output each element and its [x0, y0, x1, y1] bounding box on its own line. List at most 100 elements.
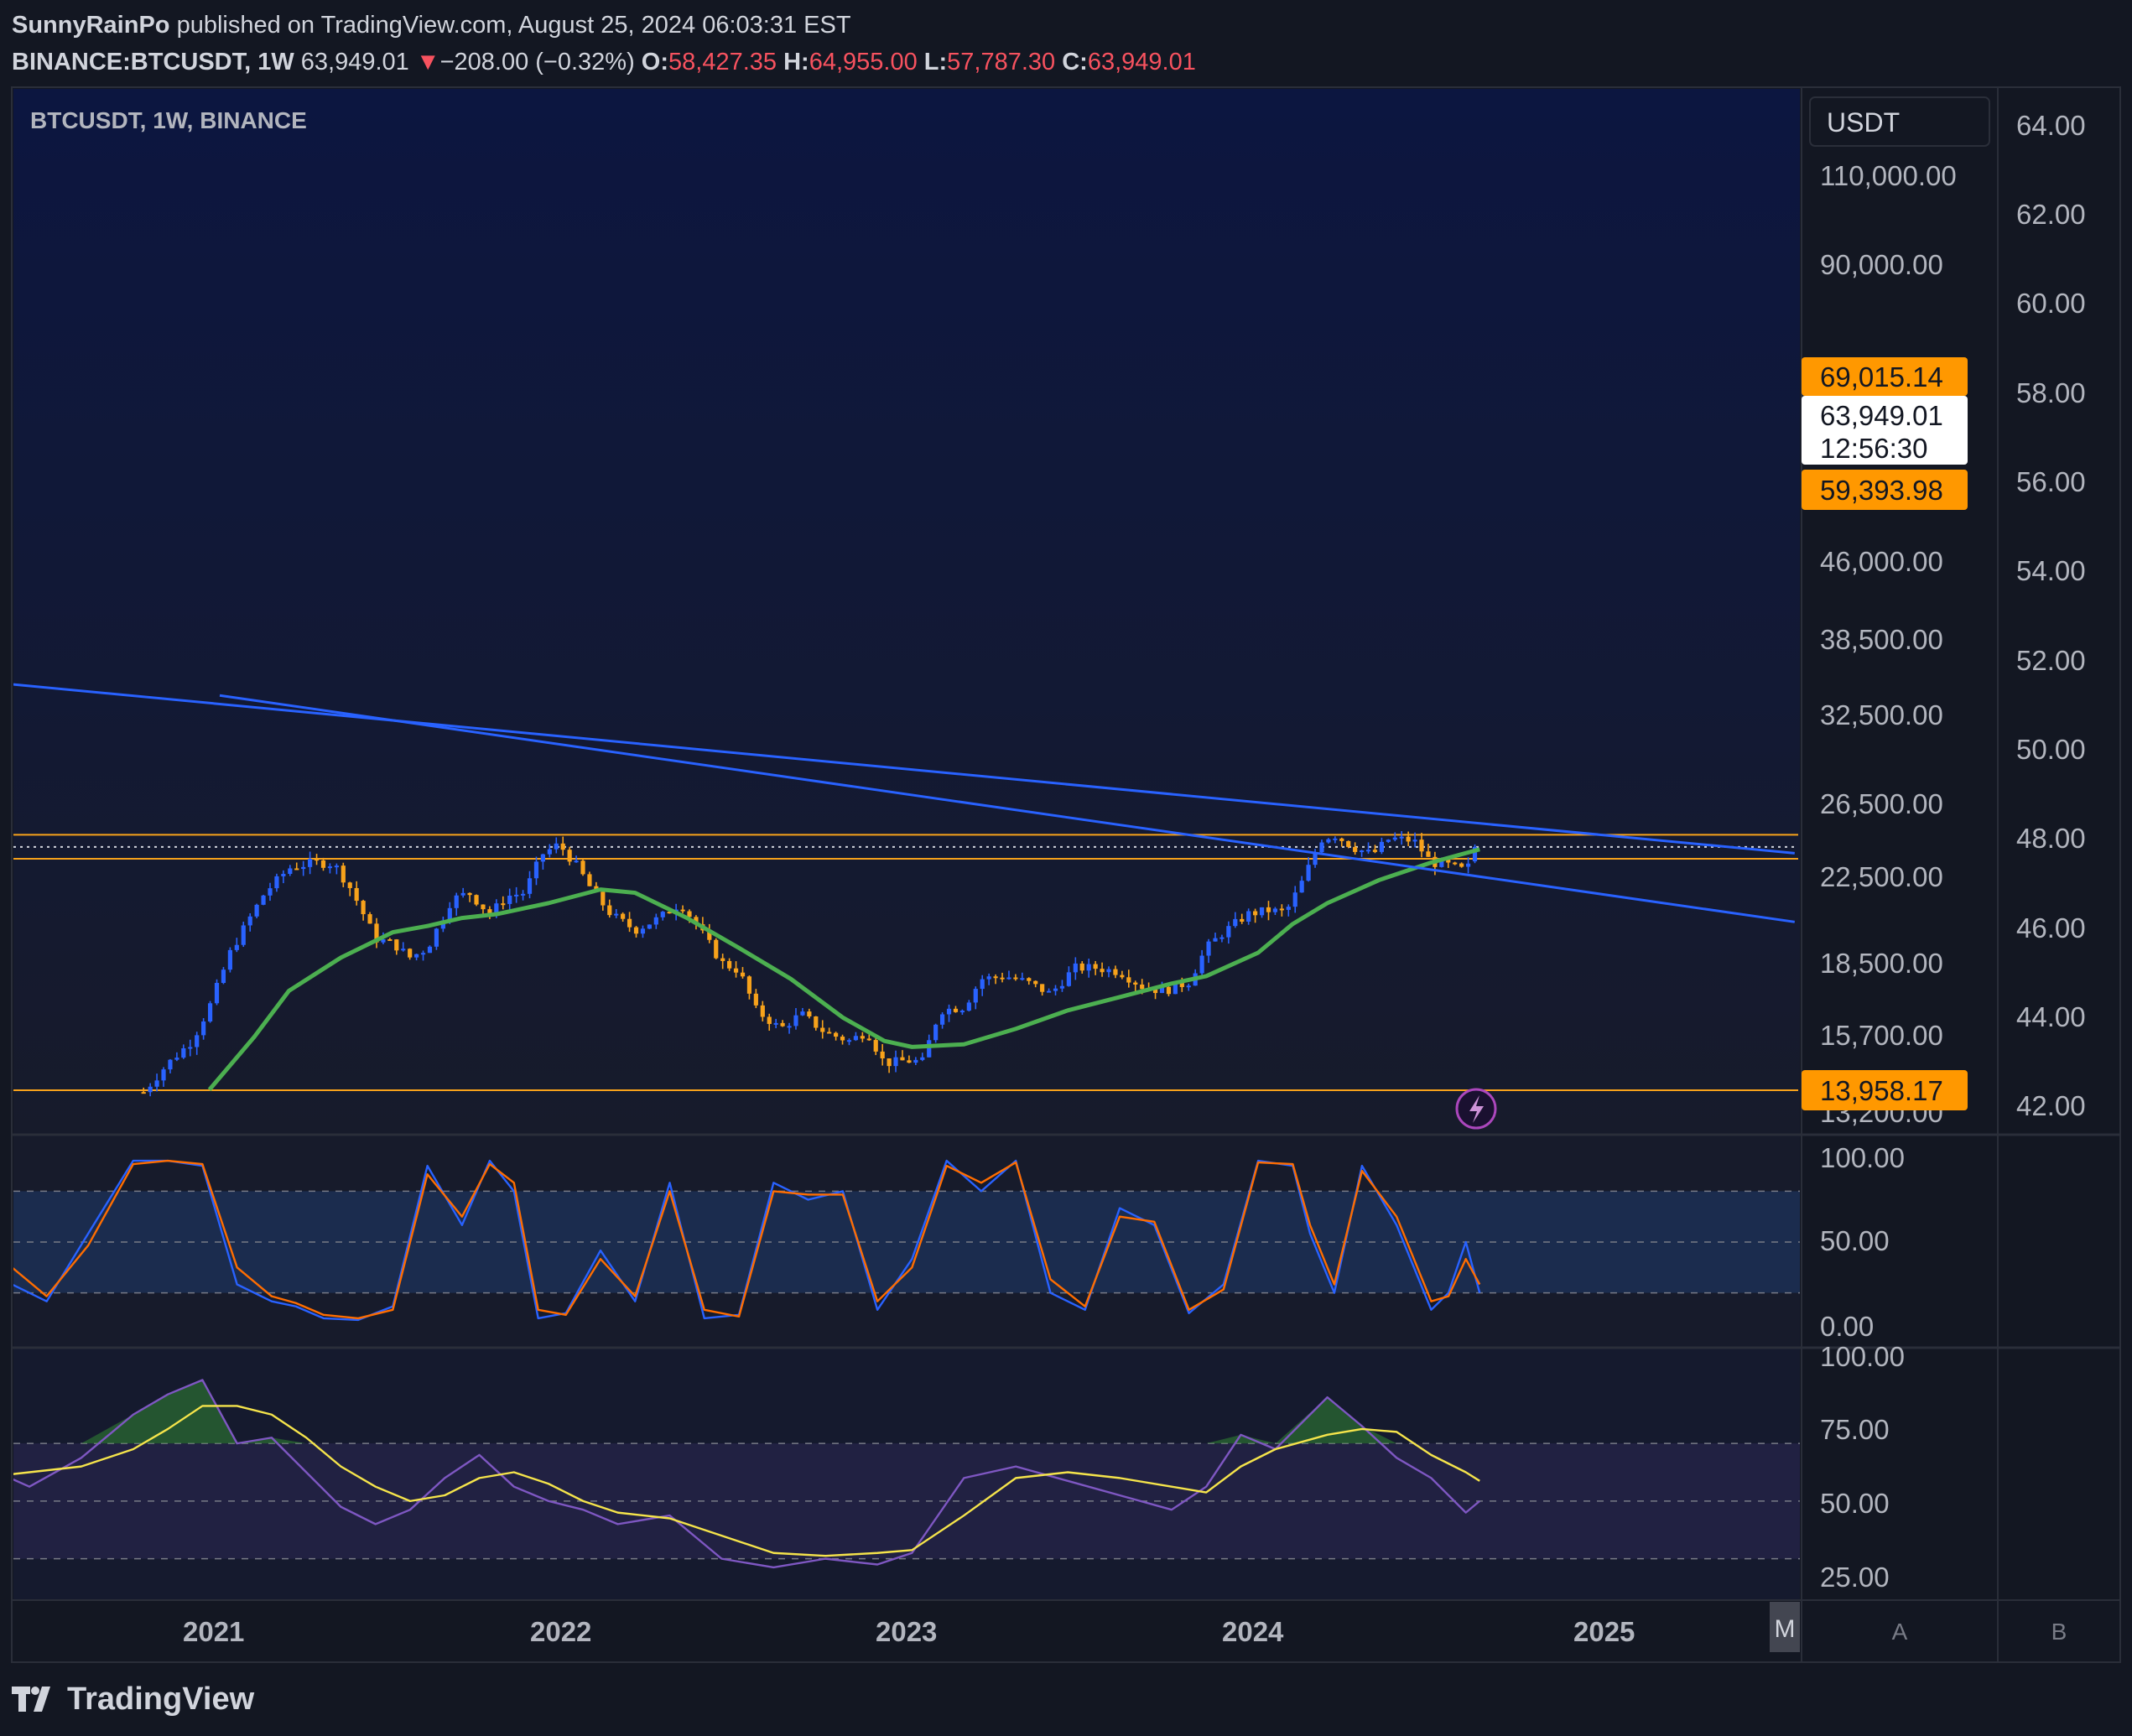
candle-body [154, 1080, 159, 1087]
overlay-tick: 64.00 [2016, 110, 2086, 141]
candle-body [1286, 907, 1291, 910]
candle-body [574, 860, 579, 863]
candle-body [1259, 907, 1265, 916]
auto-scale-button[interactable]: A [1892, 1619, 1908, 1645]
candle-body [1013, 977, 1018, 980]
time-tick: 2021 [183, 1616, 244, 1647]
time-tick: 2024 [1222, 1616, 1284, 1647]
candle-body [527, 878, 533, 894]
candle-body [900, 1057, 905, 1061]
b-scale-button[interactable]: B [2051, 1619, 2067, 1645]
candle-body [727, 960, 732, 969]
candle-body [720, 958, 725, 961]
candle-body [294, 868, 299, 871]
candle-body [907, 1060, 912, 1063]
candle-body [740, 972, 746, 977]
candle-body [1292, 892, 1297, 907]
candle-body [840, 1037, 845, 1041]
overlay-tick: 42.00 [2016, 1090, 2086, 1121]
overlay-tick: 60.00 [2016, 288, 2086, 319]
candle-body [1079, 963, 1084, 971]
candle-body [846, 1040, 852, 1042]
overlay-tick: 54.00 [2016, 555, 2086, 586]
candle-body [301, 866, 306, 870]
candle-body [733, 968, 739, 973]
candle-body [1353, 846, 1358, 852]
candle-body [460, 892, 465, 896]
candle-body [1100, 969, 1105, 973]
candle-body [1046, 990, 1052, 993]
stoch-tick: 0.00 [1820, 1311, 1874, 1342]
candle-body [454, 895, 459, 908]
candle-body [474, 895, 479, 905]
scroll-button[interactable]: M [1770, 1602, 1800, 1652]
candle-body [1412, 839, 1417, 842]
candle-body [334, 865, 339, 868]
rsi-tick: 100.00 [1820, 1341, 1905, 1372]
price-tick: 26,500.00 [1820, 788, 1943, 819]
candle-body [1386, 839, 1391, 842]
candle-body [800, 1011, 805, 1016]
candle-body [1465, 863, 1471, 867]
currency-label: USDT [1827, 107, 1900, 138]
candle-body [913, 1059, 918, 1063]
candle-body [927, 1040, 932, 1058]
candle-body [501, 903, 506, 906]
overlay-tick: 48.00 [2016, 823, 2086, 854]
candle-body [980, 979, 985, 990]
candle-body [853, 1036, 859, 1041]
candle-body [887, 1058, 892, 1067]
candle-body [614, 913, 619, 916]
candle-body [1186, 985, 1191, 988]
candle-body [227, 949, 232, 970]
candle-body [1206, 941, 1211, 956]
candle-body [401, 949, 406, 951]
price-tick: 110,000.00 [1820, 160, 1957, 191]
stoch-tick: 50.00 [1820, 1225, 1890, 1256]
candle-body [580, 860, 585, 875]
overlay-tick: 52.00 [2016, 645, 2086, 676]
candle-body [420, 953, 426, 955]
candle-body [1326, 839, 1331, 843]
candle-body [1219, 937, 1225, 939]
candle-body [814, 1016, 819, 1028]
candle-body [767, 1016, 772, 1024]
time-tick: 2022 [530, 1616, 591, 1647]
candle-body [966, 1002, 971, 1011]
candle-body [1126, 977, 1131, 983]
candle-body [1020, 978, 1025, 980]
candle-body [820, 1027, 825, 1032]
candle-body [247, 916, 252, 926]
currency-button[interactable]: USDT [1809, 96, 1990, 147]
candle-body [188, 1047, 193, 1049]
candle-body [1233, 918, 1238, 927]
price-tick: 15,700.00 [1820, 1020, 1943, 1051]
chart-canvas[interactable]: BTCUSDT, 1W, BINANCE USDT 110,000.00 90,… [0, 0, 2132, 1736]
candle-body [434, 928, 439, 947]
candle-body [320, 860, 326, 868]
candle-body [607, 905, 612, 916]
candle-body [601, 891, 606, 906]
candle-body [1246, 911, 1251, 922]
candle-body [1213, 938, 1218, 942]
candle-body [1426, 851, 1431, 857]
main-pane[interactable] [13, 89, 1800, 1134]
time-tick: 2025 [1573, 1616, 1635, 1647]
candle-body [1166, 986, 1172, 995]
candle-body [387, 938, 393, 941]
tradingview-logo[interactable]: TradingView [12, 1676, 254, 1723]
candle-body [1027, 978, 1032, 981]
candle-body [1059, 985, 1065, 989]
candle-body [408, 949, 413, 958]
candle-body [281, 874, 286, 876]
candle-body [520, 893, 526, 896]
candle-body [560, 843, 565, 850]
tradingview-wordmark: TradingView [67, 1681, 255, 1717]
candle-body [1066, 972, 1071, 986]
overlay-tick: 46.00 [2016, 912, 2086, 943]
candle-body [939, 1014, 945, 1025]
resistance-badge-label: 69,015.14 [1820, 361, 1943, 392]
overlay-tick: 56.00 [2016, 466, 2086, 497]
candle-body [1459, 863, 1464, 867]
lightning-icon[interactable] [1455, 1088, 1497, 1130]
